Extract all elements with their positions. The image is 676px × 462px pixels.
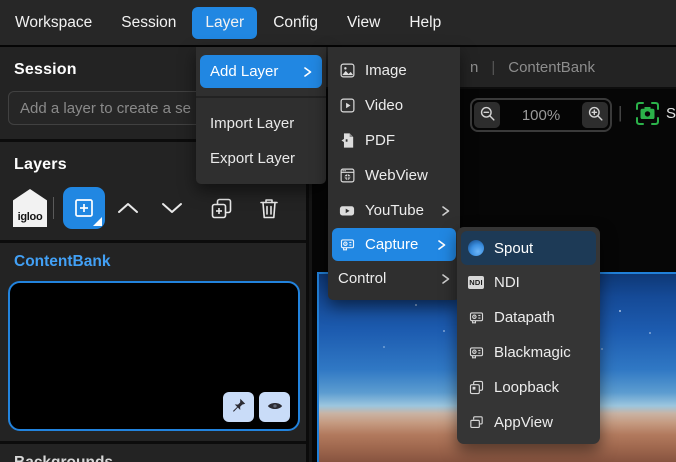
menu-session[interactable]: Session [108,7,189,39]
menu-item-label: AppView [494,414,553,431]
visibility-button[interactable] [259,392,290,422]
zoom-out-icon [478,104,497,126]
menu-item-label: Video [365,97,403,114]
zoom-level: 100% [502,107,580,124]
screenshot-label: S [666,105,676,122]
delete-layer-button[interactable] [257,196,281,221]
menu-layer[interactable]: Layer [192,7,257,39]
app-window: Workspace Session Layer Config View Help… [0,0,676,462]
tab-contentbank[interactable]: ContentBank [508,59,595,76]
menu-workspace[interactable]: Workspace [2,7,105,39]
add-layer-button[interactable] [63,187,105,229]
toolbar-separator [53,197,54,219]
menu-item-datapath[interactable]: Datapath [457,300,600,335]
zoom-control: 100% [470,98,612,132]
menu-separator [196,96,326,98]
menu-item-label: WebView [365,167,428,184]
ndi-badge-icon: NDI [467,276,485,289]
image-icon [338,62,356,79]
capture-card-icon [338,236,356,253]
zoom-in-button[interactable] [582,102,608,128]
spout-icon [467,240,485,256]
star [415,304,417,306]
screenshot-camera-icon[interactable] [634,100,661,127]
star [601,348,603,350]
menu-item-loopback[interactable]: Loopback [457,370,600,405]
pdf-icon [338,132,356,149]
move-layer-up-button[interactable] [115,197,141,219]
contentbank-preview[interactable] [8,281,300,431]
layer-dropdown-menu: Add Layer Import Layer Export Layer [196,47,326,184]
video-icon [338,97,356,114]
chevron-right-icon [438,272,452,286]
backgrounds-heading: Backgrounds [14,454,306,462]
capture-card-icon [467,344,485,361]
menu-item-pdf[interactable]: PDF [328,123,460,158]
star [383,346,385,348]
zoom-out-button[interactable] [474,102,500,128]
menu-item-blackmagic[interactable]: Blackmagic [457,335,600,370]
contentbank-heading: ContentBank [14,253,306,271]
pin-icon [230,397,247,417]
divider [0,441,306,444]
menu-item-label: Blackmagic [494,344,571,361]
menu-config[interactable]: Config [260,7,331,39]
menu-bar: Workspace Session Layer Config View Help [0,0,676,47]
menu-item-label: Capture [365,236,418,253]
appview-icon [467,414,485,431]
menu-item-video[interactable]: Video [328,88,460,123]
menu-view[interactable]: View [334,7,393,39]
webview-icon [338,167,356,184]
move-layer-down-button[interactable] [159,197,185,219]
menu-item-label: Control [338,270,386,287]
plus-icon [72,196,96,220]
menu-item-label: Datapath [494,309,555,326]
menu-item-ndi[interactable]: NDI NDI [457,265,600,300]
star [443,330,445,332]
menu-help[interactable]: Help [396,7,454,39]
igloo-logo: igloo [13,189,47,227]
pin-button[interactable] [223,392,254,422]
menu-item-control[interactable]: Control [328,261,460,296]
zoom-in-icon [586,104,605,126]
menu-item-capture[interactable]: Capture [332,228,456,261]
menu-item-label: YouTube [365,202,424,219]
igloo-logo-text: igloo [18,211,43,223]
menu-item-label: PDF [365,132,395,149]
chevron-right-icon [300,65,314,79]
loopback-icon [467,379,485,396]
menu-item-add-layer[interactable]: Add Layer [200,55,322,88]
add-layer-submenu: Image Video PDF [328,47,460,300]
star [619,310,621,312]
toolbar-separator: | [618,103,622,123]
menu-item-label: Add Layer [210,63,278,80]
chevron-right-icon [434,238,448,252]
menu-item-webview[interactable]: WebView [328,158,460,193]
menu-item-youtube[interactable]: YouTube [328,193,460,228]
menu-item-appview[interactable]: AppView [457,405,600,440]
menu-item-image[interactable]: Image [328,53,460,88]
menu-item-label: Spout [494,240,533,257]
tab-separator: | [491,59,495,76]
tab-partial-label[interactable]: n [470,59,478,76]
menu-item-spout[interactable]: Spout [461,231,596,265]
menu-item-label: Image [365,62,407,79]
chevron-right-icon [438,204,452,218]
preview-actions [223,392,290,422]
menu-item-export-layer[interactable]: Export Layer [196,141,326,176]
star [649,332,651,334]
capture-submenu: Spout NDI NDI Datapath [457,227,600,444]
layers-toolbar: igloo [13,184,306,232]
menu-item-import-layer[interactable]: Import Layer [196,106,326,141]
eye-icon [266,397,284,418]
duplicate-layer-button[interactable] [209,196,234,221]
menu-item-label: Loopback [494,379,559,396]
capture-card-icon [467,309,485,326]
youtube-icon [338,202,356,219]
divider [0,240,306,243]
menu-item-label: NDI [494,274,520,291]
